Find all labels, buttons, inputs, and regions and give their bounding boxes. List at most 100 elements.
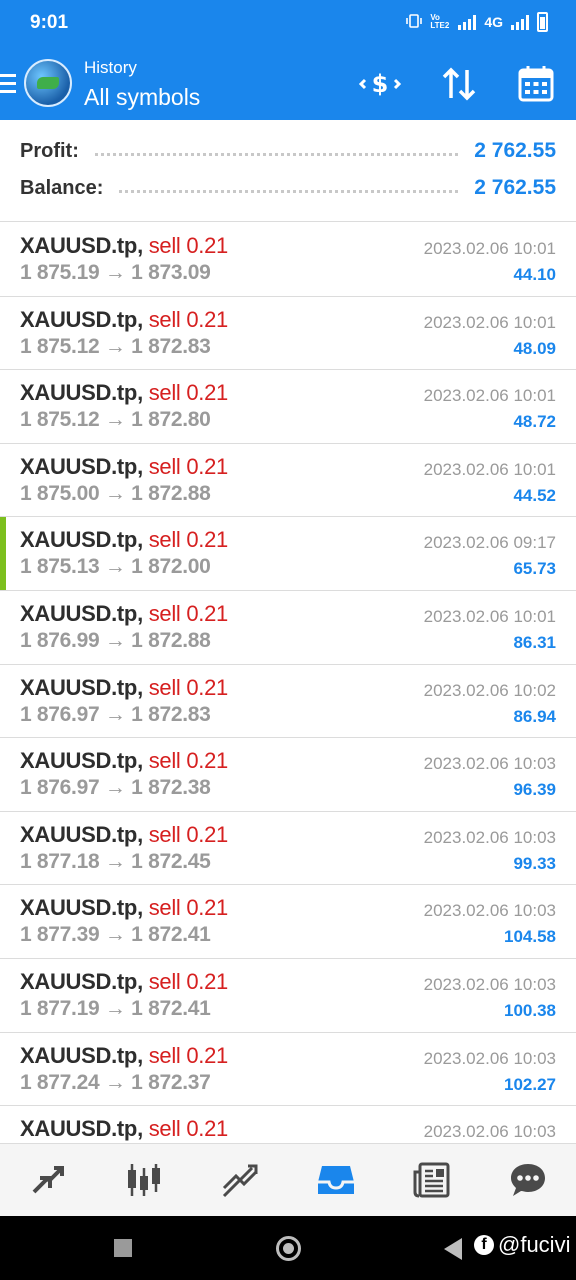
deal-row[interactable]: XAUUSD.tp, sell 0.21 1 877.18 → 1 872.45 2… [0,812,576,886]
watermark: f @fucivi [474,1232,570,1258]
deal-symbol: XAUUSD.tp, [20,895,143,921]
deal-type: sell 0.21 [148,380,229,406]
deal-symbol: XAUUSD.tp, [20,1042,143,1068]
arrow-icon: → [104,408,126,432]
deal-profit: 86.94 [513,706,556,726]
deal-symbol: XAUUSD.tp, [20,1116,143,1142]
deal-type: sell 0.21 [148,968,229,994]
deal-row[interactable]: XAUUSD.tp, sell 0.21 1 876.97 → 1 872.83 2… [0,665,576,739]
arrow-icon: → [104,628,126,652]
deal-time: 2023.02.06 10:03 [423,1122,556,1142]
tab-news[interactable] [384,1144,480,1216]
arrow-icon: → [104,849,126,873]
deal-row[interactable]: XAUUSD.tp, sell 0.21 1 875.13 → 1 872.00 2… [0,517,576,591]
deal-type: sell 0.21 [148,600,229,626]
chart-candles-icon [128,1164,160,1196]
page-title[interactable]: All symbols [84,84,200,111]
deal-title: XAUUSD.tp, sell 0.21 [20,675,228,701]
open-price: 1 875.00 [20,481,100,505]
arrow-icon: → [104,1070,126,1094]
deal-profit: 99.33 [513,853,556,873]
news-icon [413,1162,450,1198]
deal-prices: 1 875.19 → 1 873.09 [20,261,211,285]
menu-icon[interactable] [0,74,16,98]
deal-time: 2023.02.06 10:01 [423,459,556,479]
deal-row[interactable]: XAUUSD.tp, sell 0.21 1 877.19 → 1 872.41 2… [0,959,576,1033]
deal-time: 2023.02.06 10:02 [423,680,556,700]
tab-chat[interactable] [480,1144,576,1216]
deal-title: XAUUSD.tp, sell 0.21 [20,233,228,259]
deal-profit: 48.72 [513,412,556,432]
arrow-icon: → [104,702,126,726]
recents-button[interactable] [114,1239,132,1257]
tab-quotes[interactable] [0,1144,96,1216]
deal-title: XAUUSD.tp, sell 0.21 [20,1043,228,1069]
tab-chart[interactable] [96,1144,192,1216]
deal-profit: 96.39 [513,780,556,800]
tab-trade[interactable] [192,1144,288,1216]
open-price: 1 876.97 [20,702,100,726]
balance-label: Balance: [20,176,104,199]
deal-row[interactable]: XAUUSD.tp, sell 0.21 1 875.19 → 1 873.09 2… [0,223,576,297]
balance-value: 2 762.55 [474,176,556,199]
quotes-icon [32,1166,64,1194]
deal-title: XAUUSD.tp, sell 0.21 [20,307,228,333]
deal-time: 2023.02.06 10:03 [423,754,556,774]
system-nav-bar: f @fucivi [0,1216,576,1280]
deal-profit: 104.58 [504,927,556,947]
facebook-icon: f [474,1235,494,1255]
deal-row[interactable]: XAUUSD.tp, sell 0.21 1 876.97 → 1 872.38 2… [0,738,576,812]
deal-symbol: XAUUSD.tp, [20,748,143,774]
status-time: 9:01 [30,12,69,33]
close-price: 1 872.37 [131,1070,211,1094]
symbol-filter-button[interactable]: $ [358,62,402,106]
open-price: 1 875.12 [20,334,100,358]
deal-prices: 1 877.24 → 1 872.37 [20,1071,211,1095]
dollar-exchange-icon: $ [359,70,401,98]
deal-row[interactable]: XAUUSD.tp, sell 0.21 1 876.99 → 1 872.88 2… [0,591,576,665]
close-price: 1 872.41 [131,923,211,947]
deal-type: sell 0.21 [148,674,229,700]
deal-row[interactable]: XAUUSD.tp, sell 0.21 1 877.39 → 1 872.41 2… [0,885,576,959]
deal-prices: 1 876.99 → 1 872.88 [20,629,211,653]
tab-history[interactable] [288,1144,384,1216]
deal-row[interactable]: XAUUSD.tp, sell 0.21 1 877.24 → 1 872.37 2… [0,1033,576,1107]
deal-symbol: XAUUSD.tp, [20,968,143,994]
deal-row[interactable]: XAUUSD.tp, sell 0.21 2023.02.06 10:03 [0,1106,576,1143]
deal-title: XAUUSD.tp, sell 0.21 [20,380,228,406]
status-icons: Vo LTE2 4G [406,12,548,32]
svg-text:$: $ [372,70,389,98]
calendar-button[interactable] [514,62,558,106]
back-button[interactable] [444,1238,462,1260]
trade-icon [222,1164,258,1198]
close-price: 1 872.38 [131,776,211,800]
home-button[interactable] [276,1236,301,1261]
sort-button[interactable] [437,62,481,106]
deal-symbol: XAUUSD.tp, [20,674,143,700]
close-price: 1 872.41 [131,996,211,1020]
calendar-icon [518,66,554,102]
close-price: 1 872.88 [131,628,211,652]
deal-prices: 1 875.12 → 1 872.83 [20,335,211,359]
deal-type: sell 0.21 [148,527,229,553]
profit-label: Profit: [20,139,79,162]
arrow-icon: → [104,481,126,505]
deal-row[interactable]: XAUUSD.tp, sell 0.21 1 875.12 → 1 872.83 2… [0,297,576,371]
status-bar: 9:01 Vo LTE2 4G [0,0,576,48]
open-price: 1 877.24 [20,1070,100,1094]
deal-type: sell 0.21 [148,453,229,479]
deal-row[interactable]: XAUUSD.tp, sell 0.21 1 875.00 → 1 872.88 2… [0,444,576,518]
network-label: 4G [484,14,503,30]
chat-icon [511,1164,545,1196]
app-logo [24,59,72,107]
deal-time: 2023.02.06 10:01 [423,386,556,406]
deal-symbol: XAUUSD.tp, [20,527,143,553]
history-inbox-icon [318,1166,354,1194]
deal-profit: 44.10 [513,265,556,284]
close-price: 1 872.80 [131,408,211,432]
deal-title: XAUUSD.tp, sell 0.21 [20,748,228,774]
deal-row[interactable]: XAUUSD.tp, sell 0.21 1 875.12 → 1 872.80 2… [0,370,576,444]
deal-time: 2023.02.06 10:01 [423,312,556,332]
deal-symbol: XAUUSD.tp, [20,233,143,258]
battery-icon [537,12,548,32]
